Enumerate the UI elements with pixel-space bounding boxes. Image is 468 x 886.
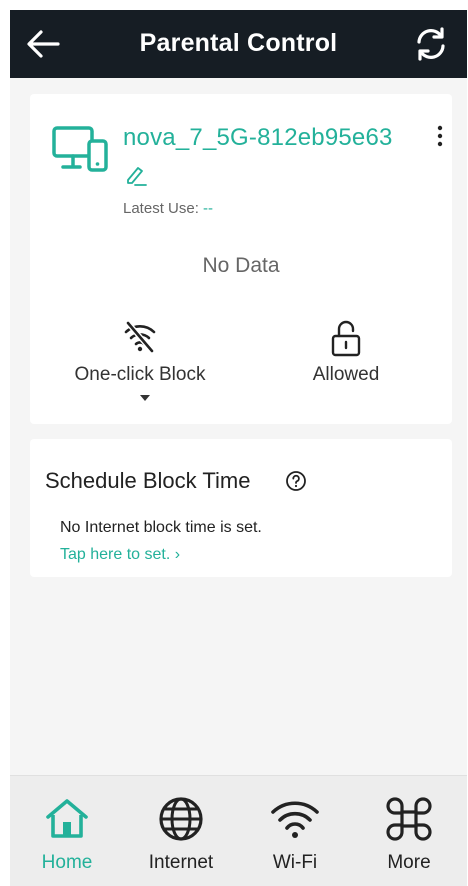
tap-to-set-link[interactable]: Tap here to set. › (60, 546, 180, 564)
pencil-icon (127, 167, 147, 186)
globe-icon (159, 797, 203, 841)
top-bar: Parental Control (10, 10, 467, 78)
schedule-message: No Internet block time is set. (60, 519, 262, 536)
latest-use-label: Latest Use: (123, 200, 199, 217)
tab-wifi[interactable]: Wi-Fi (238, 776, 352, 886)
page-title: Parental Control (139, 29, 338, 57)
home-icon (46, 799, 88, 838)
tab-internet[interactable]: Internet (124, 776, 238, 886)
wifi-off-icon (124, 320, 156, 354)
one-click-block-button[interactable]: One-click Block (40, 320, 240, 401)
phone-frame: Parental Control nova_7_5G-812eb95e63 La… (0, 0, 468, 886)
schedule-card: Schedule Block Time No Internet block ti… (30, 439, 452, 577)
schedule-title: Schedule Block Time (45, 468, 251, 493)
allowed-button[interactable]: Allowed (246, 320, 446, 385)
tab-internet-label: Internet (148, 852, 214, 873)
tab-more[interactable]: More (352, 776, 466, 886)
command-icon (386, 797, 432, 841)
refresh-icon (417, 27, 445, 61)
unlock-icon (331, 320, 361, 357)
one-click-block-label: One-click Block (74, 364, 206, 385)
tab-home[interactable]: Home (10, 776, 124, 886)
device-card: nova_7_5G-812eb95e63 Latest Use: -- No D… (30, 94, 452, 424)
question-circle-icon (286, 471, 306, 491)
wifi-icon (271, 801, 319, 838)
devices-icon (52, 125, 110, 180)
dropdown-caret-icon (140, 395, 150, 401)
tab-more-label: More (387, 852, 431, 873)
latest-use-value: -- (203, 200, 214, 217)
edit-name-button[interactable] (125, 164, 147, 191)
latest-use: Latest Use: -- (123, 200, 213, 217)
bottom-tab-bar: Home Internet Wi-Fi More (10, 775, 467, 886)
tab-home-label: Home (41, 852, 93, 873)
more-vertical-icon (437, 125, 443, 147)
no-data-text: No Data (202, 254, 280, 277)
tab-wifi-label: Wi-Fi (272, 852, 318, 873)
device-name: nova_7_5G-812eb95e63 (123, 124, 393, 151)
help-button[interactable] (285, 470, 307, 497)
more-options-button[interactable] (435, 125, 445, 147)
refresh-button[interactable] (412, 26, 450, 62)
allowed-label: Allowed (312, 364, 380, 385)
app-screen: Parental Control nova_7_5G-812eb95e63 La… (10, 10, 467, 886)
